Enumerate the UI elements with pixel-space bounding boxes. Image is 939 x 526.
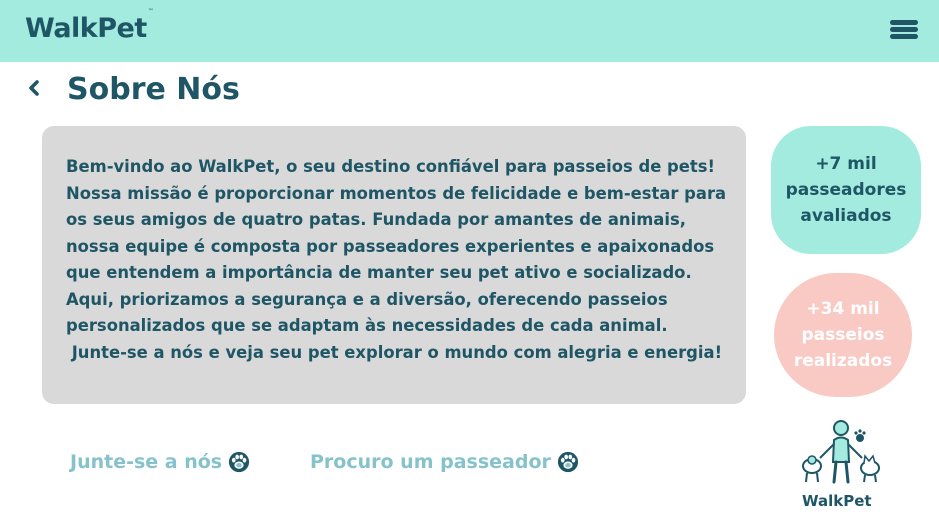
about-line: os seus amigos de quatro patas. Fundada … bbox=[66, 210, 686, 229]
header-bar: WalkPet™ bbox=[0, 0, 939, 62]
about-line: personalizados que se adaptam às necessi… bbox=[66, 316, 668, 335]
about-line: Aqui, priorizamos a segurança e a divers… bbox=[66, 289, 668, 309]
paw-icon bbox=[229, 451, 250, 473]
stat-walks-label: realizados bbox=[793, 351, 893, 371]
stat-walks-label: passeios bbox=[801, 325, 885, 345]
find-walker-label: Procuro um passeador bbox=[310, 451, 551, 473]
dog-walker-illustration-icon bbox=[802, 420, 880, 484]
chevron-left-icon bbox=[29, 80, 39, 96]
about-line: nossa equipe é composta por passeadores … bbox=[66, 236, 715, 256]
about-card: Bem-vindo ao WalkPet, o seu destino conf… bbox=[42, 126, 746, 404]
stat-walkers-label: passeadores bbox=[785, 180, 907, 200]
page-title: Sobre Nós bbox=[67, 72, 240, 107]
stat-walks-badge: +34 mil passeios realizados bbox=[774, 273, 912, 397]
join-us-link[interactable]: Junte-se a nós bbox=[70, 451, 250, 473]
stat-walkers-label: avaliados bbox=[800, 206, 892, 226]
about-line: Junte-se a nós e veja seu pet explorar o… bbox=[66, 342, 723, 362]
about-line: que entendem a importância de manter seu… bbox=[66, 263, 692, 282]
join-us-label: Junte-se a nós bbox=[70, 451, 223, 473]
about-line: Nossa missão é proporcionar momentos de … bbox=[66, 183, 727, 203]
find-walker-link[interactable]: Procuro um passeador bbox=[310, 451, 579, 473]
brand-mark: WalkPet bbox=[796, 418, 886, 512]
logo-text: WalkPet bbox=[25, 13, 147, 44]
back-button[interactable] bbox=[26, 76, 48, 102]
hamburger-menu-icon[interactable] bbox=[888, 16, 922, 44]
about-text: Bem-vindo ao WalkPet, o seu destino conf… bbox=[66, 154, 738, 366]
stat-walkers-badge: +7 mil passeadores avaliados bbox=[771, 126, 921, 254]
logo[interactable]: WalkPet™ bbox=[25, 8, 154, 44]
paw-icon bbox=[557, 451, 578, 473]
stat-walks-count: +34 mil bbox=[806, 299, 880, 319]
trademark-mark: ™ bbox=[147, 8, 154, 15]
about-line: Bem-vindo ao WalkPet, o seu destino conf… bbox=[66, 157, 715, 176]
stat-walkers-count: +7 mil bbox=[815, 154, 877, 174]
brand-mark-text: WalkPet bbox=[802, 492, 872, 510]
